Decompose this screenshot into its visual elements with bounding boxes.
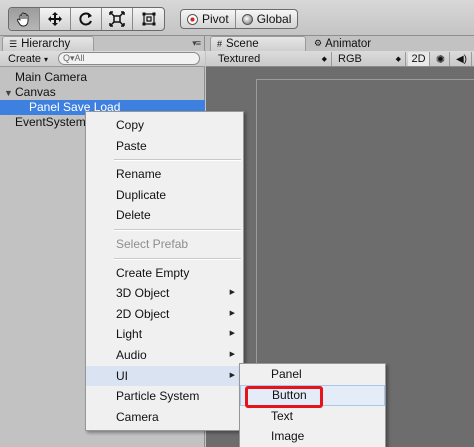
transform-tools	[8, 7, 165, 31]
menu-item-ui[interactable]: UI ▶	[86, 365, 243, 387]
dropdown-arrows-icon: ◆	[395, 56, 401, 63]
rotate-icon	[79, 12, 92, 26]
menu-item-label: 3D Object	[116, 286, 170, 301]
create-dropdown[interactable]: Create ▾	[4, 52, 52, 66]
hierarchy-tab-label: Hierarchy	[21, 38, 71, 50]
global-toggle-button[interactable]: Global	[236, 10, 298, 28]
submenu-arrow-icon: ▶	[229, 371, 235, 379]
tree-item-label: EventSystem	[15, 115, 86, 129]
menu-item-create-empty[interactable]: Create Empty	[86, 263, 243, 284]
panel-menu-icon[interactable]: ▾≡	[192, 38, 201, 49]
create-label: Create	[8, 53, 42, 65]
menu-item-particle-system[interactable]: Particle System	[86, 386, 243, 407]
expand-triangle-icon[interactable]: ▼	[4, 86, 15, 101]
animator-icon: ⚙	[314, 38, 323, 48]
scale-tool-button[interactable]	[102, 8, 133, 30]
pivot-toggle-button[interactable]: Pivot	[181, 10, 236, 28]
tab-animator[interactable]: ⚙ Animator	[310, 36, 375, 51]
canvas-frame-top	[256, 79, 474, 80]
lighting-toggle[interactable]: ✺	[432, 52, 450, 66]
tree-item-canvas[interactable]: ▼ Canvas	[0, 85, 205, 100]
tree-item-label: Canvas	[15, 85, 56, 99]
channel-mode-dropdown[interactable]: RGB ◆	[334, 52, 406, 66]
menu-separator	[86, 156, 243, 164]
audio-icon: ◀)	[455, 53, 468, 65]
menu-item-label: Light	[116, 327, 143, 342]
hand-tool-button[interactable]	[9, 8, 40, 30]
2d-mode-toggle[interactable]: 2D	[408, 52, 430, 66]
move-icon	[48, 12, 62, 26]
audio-toggle[interactable]: ◀)	[452, 52, 472, 66]
menu-item-label: UI	[116, 368, 128, 383]
rect-tool-button[interactable]	[133, 8, 164, 30]
menu-separator	[86, 255, 243, 263]
menu-item-duplicate[interactable]: Duplicate	[86, 185, 243, 206]
menu-item-label: 2D Object	[116, 306, 170, 321]
grid-icon: #	[217, 39, 223, 49]
menu-item-camera[interactable]: Camera	[86, 407, 243, 428]
scale-icon	[109, 11, 125, 27]
2d-label: 2D	[411, 53, 426, 65]
pivot-toggles: Pivot Global	[180, 9, 299, 29]
submenu-item-panel[interactable]: Panel	[240, 364, 385, 385]
menu-item-copy[interactable]: Copy	[86, 115, 243, 136]
menu-item-rename[interactable]: Rename	[86, 164, 243, 185]
scene-toolbar: Textured ◆ RGB ◆ 2D ✺ ◀)	[206, 51, 474, 67]
animator-tab-label: Animator	[325, 37, 372, 50]
tree-item-label: Main Camera	[15, 70, 88, 84]
sun-icon: ✺	[435, 53, 446, 66]
menu-item-light[interactable]: Light ▶	[86, 324, 243, 345]
menu-item-delete[interactable]: Delete	[86, 205, 243, 226]
submenu-arrow-icon: ▶	[229, 330, 235, 338]
rect-icon	[142, 12, 155, 26]
hand-icon	[16, 12, 29, 27]
menu-item-audio[interactable]: Audio ▶	[86, 345, 243, 366]
hierarchy-search-input[interactable]: Q▾All	[58, 52, 200, 65]
shading-mode-dropdown[interactable]: Textured ◆	[214, 52, 332, 66]
chevron-down-icon: ▾	[44, 54, 49, 64]
global-label: Global	[256, 12, 292, 26]
pivot-icon	[187, 13, 198, 25]
scene-tab-label: Scene	[226, 38, 259, 50]
tab-hierarchy[interactable]: ☰ Hierarchy	[2, 36, 94, 51]
menu-separator	[86, 226, 243, 234]
pivot-label: Pivot	[202, 12, 229, 26]
channel-mode-value: RGB	[338, 53, 362, 65]
hierarchy-toolbar: Create ▾ Q▾All	[0, 51, 205, 67]
tab-scene[interactable]: # Scene	[210, 36, 306, 51]
menu-item-2d-object[interactable]: 2D Object ▶	[86, 304, 243, 325]
list-icon: ☰	[9, 38, 18, 49]
submenu-arrow-icon: ▶	[229, 350, 235, 358]
submenu-arrow-icon: ▶	[229, 309, 235, 317]
rotate-tool-button[interactable]	[71, 8, 102, 30]
menu-item-select-prefab: Select Prefab	[116, 236, 189, 251]
submenu-item-text[interactable]: Text	[240, 406, 385, 427]
menu-item-3d-object[interactable]: 3D Object ▶	[86, 283, 243, 304]
context-menu: Copy Paste Rename Duplicate Delete Selec…	[85, 111, 244, 431]
move-tool-button[interactable]	[40, 8, 71, 30]
menu-item-label: Audio	[116, 347, 147, 362]
global-icon	[241, 13, 253, 25]
search-icon: Q▾All	[63, 53, 85, 63]
dropdown-arrows-icon: ◆	[321, 56, 327, 63]
button-highlight-annotation	[245, 386, 323, 408]
submenu-item-image[interactable]: Image	[240, 426, 385, 447]
main-toolbar: Pivot Global	[0, 0, 474, 36]
tree-item-main-camera[interactable]: Main Camera	[0, 70, 205, 85]
submenu-arrow-icon: ▶	[229, 289, 235, 297]
menu-item-paste[interactable]: Paste	[86, 136, 243, 157]
shading-mode-value: Textured	[218, 53, 261, 65]
